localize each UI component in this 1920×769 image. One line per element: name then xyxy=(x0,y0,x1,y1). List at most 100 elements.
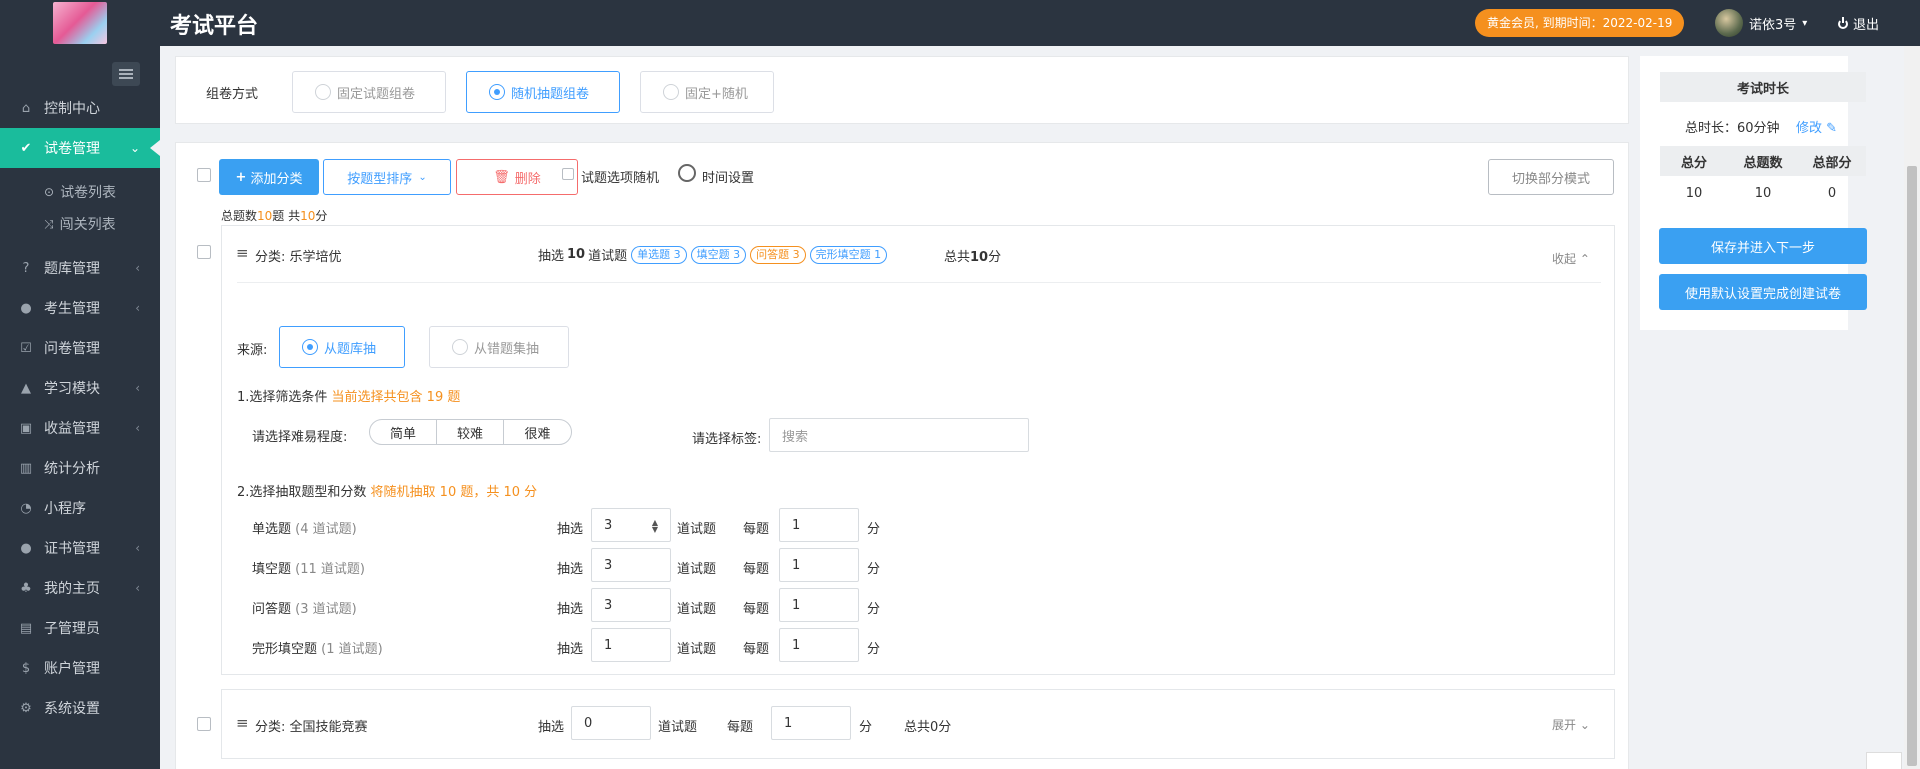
expand-label: 展开 xyxy=(1552,718,1577,732)
sidebar-item-sub-admins[interactable]: ▤ 子管理员 xyxy=(0,608,160,648)
add-category-label: 添加分类 xyxy=(250,171,303,187)
select-all-checkbox[interactable] xyxy=(197,168,211,182)
each-score-input[interactable]: 1 xyxy=(779,508,859,542)
sidebar-item-label: 收益管理 xyxy=(44,421,100,437)
sidebar-item-homepage[interactable]: ♣ 我的主页 ‹ xyxy=(0,568,160,608)
graduation-cap-icon: ▲ xyxy=(21,380,31,396)
compose-option-label: 固定+随机 xyxy=(685,86,748,102)
chevron-down-icon: ⌄ xyxy=(129,141,140,155)
money-icon: ▣ xyxy=(19,420,33,436)
delete-button[interactable]: 🗑 删除 xyxy=(456,159,578,195)
chat-widget-icon[interactable] xyxy=(1866,752,1902,769)
source-option-mistakes[interactable]: 从错题集抽 xyxy=(429,326,569,368)
switch-mode-button[interactable]: 切换部分模式 xyxy=(1488,159,1614,195)
plus-icon: + xyxy=(235,169,247,185)
drag-handle-icon[interactable]: ≡ xyxy=(236,714,249,732)
menu-toggle-icon[interactable] xyxy=(112,62,140,86)
each-score-input[interactable]: 1 xyxy=(779,548,859,582)
sidebar-item-label: 问卷管理 xyxy=(44,341,100,357)
draw-count-input[interactable]: 0 xyxy=(571,706,651,740)
summary-suffix: 分 xyxy=(315,209,328,223)
sort-by-type-button[interactable]: 按题型排序 ⌄ xyxy=(323,159,451,195)
sidebar-item-label: 试卷管理 xyxy=(44,141,100,157)
shuffle-icon: ⤨ xyxy=(44,216,54,231)
category-panel: ≡ 分类: 全国技能竞赛 抽选 0 道试题 每题 1 分 总共0分 展开 ⌄ xyxy=(221,689,1615,759)
use-default-button[interactable]: 使用默认设置完成创建试卷 xyxy=(1659,274,1867,310)
sidebar-item-label: 统计分析 xyxy=(44,461,100,477)
draw-count-input[interactable]: 1 xyxy=(591,628,671,662)
save-next-button[interactable]: 保存并进入下一步 xyxy=(1659,228,1867,264)
sidebar-subitem-paper-list[interactable]: ⊙ 试卷列表 xyxy=(0,176,160,208)
type-row-name: 问答题 (3 道试题) xyxy=(252,598,357,617)
total-suffix: 分 xyxy=(988,250,1002,265)
source-option-bank[interactable]: 从题库抽 xyxy=(279,326,405,368)
stats-header-total-parts: 总部分 xyxy=(1812,155,1852,171)
difficulty-medium[interactable]: 较难 xyxy=(437,420,504,444)
sidebar-subitem-challenge-list[interactable]: ⤨ 闯关列表 xyxy=(0,208,160,240)
compose-option-label: 固定试题组卷 xyxy=(337,86,416,102)
sidebar-item-surveys[interactable]: ☑ 问卷管理 xyxy=(0,328,160,368)
sidebar-item-certificates[interactable]: ● 证书管理 ‹ xyxy=(0,528,160,568)
sidebar-item-examinees[interactable]: ● 考生管理 ‹ xyxy=(0,288,160,328)
logout-button[interactable]: 退出 xyxy=(1838,14,1879,33)
category-total: 总共10分 xyxy=(944,246,1001,265)
drag-handle-icon[interactable]: ≡ xyxy=(236,244,249,262)
source-label: 来源: xyxy=(237,343,268,358)
category-checkbox[interactable] xyxy=(197,245,211,259)
difficulty-hard[interactable]: 很难 xyxy=(504,420,571,444)
sidebar-item-papers[interactable]: ✔ 试卷管理 ⌄ xyxy=(0,128,160,168)
homepage-icon: ♣ xyxy=(20,580,32,596)
modify-label: 修改 xyxy=(1796,121,1823,136)
each-score-input[interactable]: 1 xyxy=(771,706,851,740)
page-scrollbar[interactable] xyxy=(1904,46,1920,769)
radio-icon xyxy=(489,84,505,100)
summary-text: 总题数10题 共10分 xyxy=(221,207,327,224)
draw-count-input[interactable]: 3 ▲ ▼ xyxy=(591,508,671,542)
sidebar-item-settings[interactable]: ⚙ 系统设置 xyxy=(0,688,160,728)
vip-badge[interactable]: 黄金会员, 到期时间：2022-02-19 xyxy=(1475,9,1685,37)
sidebar-item-question-bank[interactable]: ? 题库管理 ‹ xyxy=(0,248,160,288)
check-circle-icon: ✔ xyxy=(20,140,32,156)
tag-essay: 问答题 3 xyxy=(750,245,806,264)
type-count-note: (11 道试题) xyxy=(295,562,365,577)
sidebar-item-revenue[interactable]: ▣ 收益管理 ‹ xyxy=(0,408,160,448)
radio-icon xyxy=(315,84,331,100)
sidebar-item-account[interactable]: $ 账户管理 xyxy=(0,648,160,688)
dollar-icon: $ xyxy=(21,660,31,676)
each-score-input[interactable]: 1 xyxy=(779,628,859,662)
clock-icon[interactable] xyxy=(678,164,696,182)
gear-icon: ⚙ xyxy=(20,700,32,716)
compose-option-random[interactable]: 随机抽题组卷 xyxy=(466,71,620,113)
step2-title-text: 2.选择抽取题型和分数 xyxy=(237,485,367,500)
top-bar: 考试平台 黄金会员, 到期时间：2022-02-19 诺依3号 ▾ 退出 xyxy=(0,0,1920,46)
draw-prefix: 抽选 xyxy=(538,249,565,264)
type-row-name: 填空题 (11 道试题) xyxy=(252,558,365,577)
time-settings-link[interactable]: 时间设置 xyxy=(702,167,754,186)
sidebar-item-statistics[interactable]: ▥ 统计分析 xyxy=(0,448,160,488)
each-score-input[interactable]: 1 xyxy=(779,588,859,622)
sidebar-item-learning[interactable]: ▲ 学习模块 ‹ xyxy=(0,368,160,408)
user-menu[interactable]: 诺依3号 ▾ xyxy=(1715,9,1808,37)
sidebar-item-label: 系统设置 xyxy=(44,701,100,717)
expand-toggle[interactable]: 展开 ⌄ xyxy=(1552,716,1590,733)
modify-duration-link[interactable]: 修改 ✎ xyxy=(1796,117,1837,136)
category-checkbox[interactable] xyxy=(197,717,211,731)
tag-search-input[interactable]: 搜索 xyxy=(769,418,1029,452)
total-prefix: 总共 xyxy=(944,250,971,265)
chevron-down-icon: ▾ xyxy=(1802,17,1808,29)
question-icon: ? xyxy=(22,260,30,276)
scrollbar-thumb[interactable] xyxy=(1907,166,1917,766)
spinner-icon[interactable]: ▲ ▼ xyxy=(652,519,658,534)
collapse-toggle[interactable]: 收起 ⌃ xyxy=(1552,250,1590,267)
sidebar-item-miniprogram[interactable]: ◔ 小程序 xyxy=(0,488,160,528)
sidebar-item-dashboard[interactable]: ⌂ 控制中心 xyxy=(0,88,160,128)
random-options-checkbox[interactable] xyxy=(562,168,574,180)
draw-count-input[interactable]: 3 xyxy=(591,588,671,622)
draw-count-input[interactable]: 3 xyxy=(591,548,671,582)
add-category-button[interactable]: + 添加分类 xyxy=(219,159,319,195)
chevron-left-icon: ‹ xyxy=(135,261,140,275)
home-icon: ⌂ xyxy=(21,100,31,116)
compose-option-fixed-random[interactable]: 固定+随机 xyxy=(640,71,774,113)
difficulty-easy[interactable]: 简单 xyxy=(370,420,437,444)
compose-option-fixed[interactable]: 固定试题组卷 xyxy=(292,71,446,113)
